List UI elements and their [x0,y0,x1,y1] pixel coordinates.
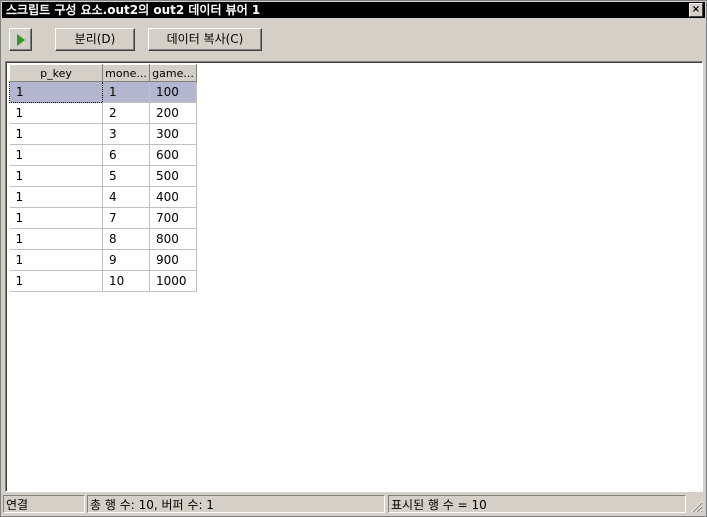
cell[interactable]: 100 [149,81,197,103]
status-displayed-rows: 표시된 행 수 = 10 [388,495,686,513]
table-row[interactable]: 1 10 1000 [9,270,197,292]
table-row[interactable]: 1 5 500 [9,165,197,187]
table-row[interactable]: 1 8 800 [9,228,197,250]
status-bar: 연결 총 행 수: 10, 버퍼 수: 1 표시된 행 수 = 10 [2,494,705,515]
cell[interactable]: 1 [9,81,103,103]
cell[interactable]: 7 [102,207,150,229]
data-grid-area[interactable]: p_key mone... game... 1 1 100 1 2 200 1 [5,61,703,492]
cell[interactable]: 8 [102,228,150,250]
cell[interactable]: 4 [102,186,150,208]
cell[interactable]: 200 [149,102,197,124]
table-row[interactable]: 1 2 200 [9,102,197,124]
cell[interactable]: 900 [149,249,197,271]
cell[interactable]: 1 [9,249,103,271]
title-bar[interactable]: 스크립트 구성 요소.out2의 out2 데이터 뷰어 1 × [2,2,705,18]
cell[interactable]: 10 [102,270,150,292]
table-row[interactable]: 1 3 300 [9,123,197,145]
detach-button[interactable]: 분리(D) [55,28,135,51]
table-row[interactable]: 1 6 600 [9,144,197,166]
cell[interactable]: 9 [102,249,150,271]
cell[interactable]: 1 [9,228,103,250]
cell[interactable]: 1 [9,123,103,145]
cell[interactable]: 1 [9,165,103,187]
cell[interactable]: 1000 [149,270,197,292]
column-header-money[interactable]: mone... [102,64,150,82]
table-row[interactable]: 1 9 900 [9,249,197,271]
cell[interactable]: 1 [9,102,103,124]
cell[interactable]: 1 [9,270,103,292]
close-button[interactable]: × [689,3,703,17]
cell[interactable]: 700 [149,207,197,229]
cell[interactable]: 800 [149,228,197,250]
resize-grip-icon[interactable] [689,499,703,513]
cell[interactable]: 1 [9,144,103,166]
copy-data-button[interactable]: 데이터 복사(C) [148,28,262,51]
cell[interactable]: 5 [102,165,150,187]
data-grid[interactable]: p_key mone... game... 1 1 100 1 2 200 1 [9,64,197,292]
cell[interactable]: 500 [149,165,197,187]
window-title: 스크립트 구성 요소.out2의 out2 데이터 뷰어 1 [6,3,261,17]
cell[interactable]: 1 [9,207,103,229]
cell[interactable]: 1 [102,81,150,103]
cell[interactable]: 400 [149,186,197,208]
table-row[interactable]: 1 7 700 [9,207,197,229]
cell[interactable]: 3 [102,123,150,145]
cell[interactable]: 1 [9,186,103,208]
column-header-game[interactable]: game... [149,64,197,82]
data-viewer-window: 스크립트 구성 요소.out2의 out2 데이터 뷰어 1 × 분리(D) 데… [0,0,707,517]
close-icon: × [691,4,701,15]
run-button[interactable] [9,28,32,51]
status-totals: 총 행 수: 10, 버퍼 수: 1 [87,495,385,513]
cell[interactable]: 600 [149,144,197,166]
cell[interactable]: 300 [149,123,197,145]
grid-header-row: p_key mone... game... [9,64,197,82]
cell[interactable]: 2 [102,102,150,124]
table-row[interactable]: 1 1 100 [9,81,197,103]
table-row[interactable]: 1 4 400 [9,186,197,208]
toolbar: 분리(D) 데이터 복사(C) [2,19,705,59]
play-icon [17,34,25,46]
status-connection: 연결 [3,495,85,513]
cell[interactable]: 6 [102,144,150,166]
column-header-p-key[interactable]: p_key [9,64,103,82]
